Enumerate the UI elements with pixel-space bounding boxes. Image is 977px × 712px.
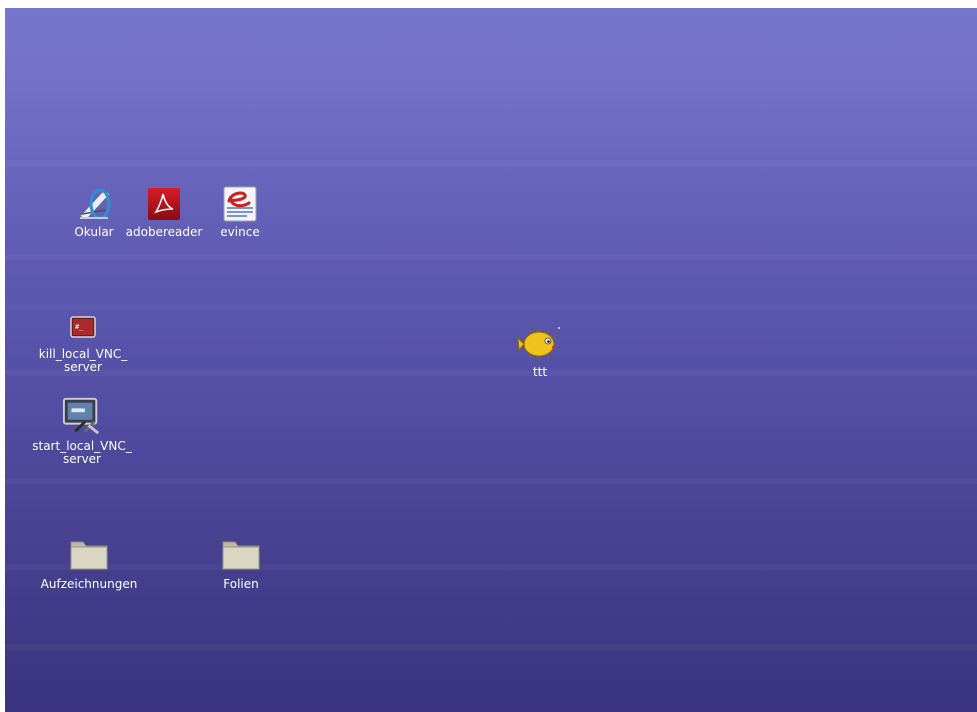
desktop-icon-evince[interactable]: evince [215, 184, 265, 239]
adobe-reader-icon [144, 184, 184, 224]
pufferfish-icon [517, 322, 563, 364]
background-band [5, 370, 977, 376]
icon-label: Folien [223, 577, 259, 591]
icon-label: Aufzeichnungen [40, 577, 138, 591]
desktop[interactable]: Okular adobereader evince #_ kill_local_… [5, 8, 977, 712]
background-band [5, 160, 977, 166]
icon-label-line2: server [63, 452, 101, 466]
icon-label: Okular [74, 225, 114, 239]
evince-icon [220, 184, 260, 224]
desktop-icon-adobereader[interactable]: adobereader [123, 184, 205, 239]
background-band [5, 254, 977, 260]
background-band [5, 644, 977, 650]
background-band [5, 478, 977, 484]
folder-icon [221, 532, 261, 576]
monitor-tools-icon [62, 394, 102, 438]
terminal-icon: #_ [63, 310, 103, 346]
desktop-icon-kill-local-vnc-server[interactable]: #_ kill_local_VNC_ server [29, 310, 137, 374]
desktop-icon-aufzeichnungen[interactable]: Aufzeichnungen [31, 532, 147, 591]
folder-icon [69, 532, 109, 576]
icon-label: evince [220, 225, 260, 239]
okular-icon [74, 184, 114, 224]
desktop-icon-folien[interactable]: Folien [213, 532, 269, 591]
background-band [5, 304, 977, 310]
desktop-icon-start-local-vnc-server[interactable]: start_local_VNC_ server [22, 394, 142, 466]
background-band [5, 564, 977, 570]
icon-label: adobereader [125, 225, 203, 239]
desktop-icon-ttt[interactable]: ttt [515, 322, 565, 379]
svg-text:#_: #_ [75, 323, 84, 331]
icon-label: ttt [532, 365, 548, 379]
desktop-icon-okular[interactable]: Okular [64, 184, 124, 239]
icon-label-line2: server [64, 360, 102, 374]
